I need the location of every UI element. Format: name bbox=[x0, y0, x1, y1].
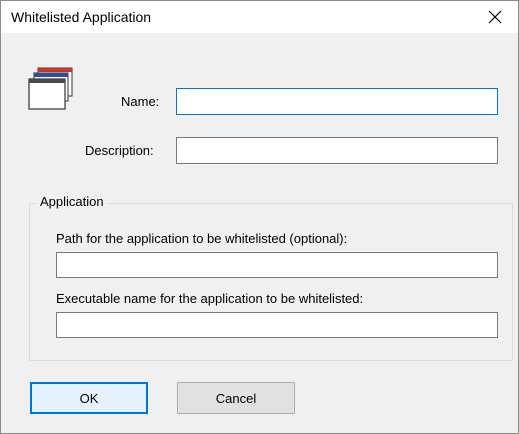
application-group-title: Application bbox=[36, 194, 108, 209]
name-input[interactable] bbox=[176, 88, 498, 115]
name-label: Name: bbox=[121, 94, 160, 109]
title-bar: Whitelisted Application bbox=[1, 1, 518, 33]
cancel-button[interactable]: Cancel bbox=[177, 382, 295, 414]
window-title: Whitelisted Application bbox=[11, 9, 152, 25]
path-label: Path for the application to be whitelist… bbox=[56, 231, 348, 246]
application-windows-icon bbox=[28, 67, 73, 110]
whitelisted-application-dialog: Whitelisted Application Name: Descriptio… bbox=[0, 0, 519, 434]
description-label: Description: bbox=[85, 143, 154, 158]
close-icon bbox=[488, 10, 502, 24]
executable-name-label: Executable name for the application to b… bbox=[56, 291, 364, 306]
path-input[interactable] bbox=[56, 252, 498, 278]
description-input[interactable] bbox=[176, 137, 498, 164]
close-button[interactable] bbox=[472, 1, 518, 33]
executable-name-input[interactable] bbox=[56, 312, 498, 338]
ok-button[interactable]: OK bbox=[30, 382, 148, 414]
